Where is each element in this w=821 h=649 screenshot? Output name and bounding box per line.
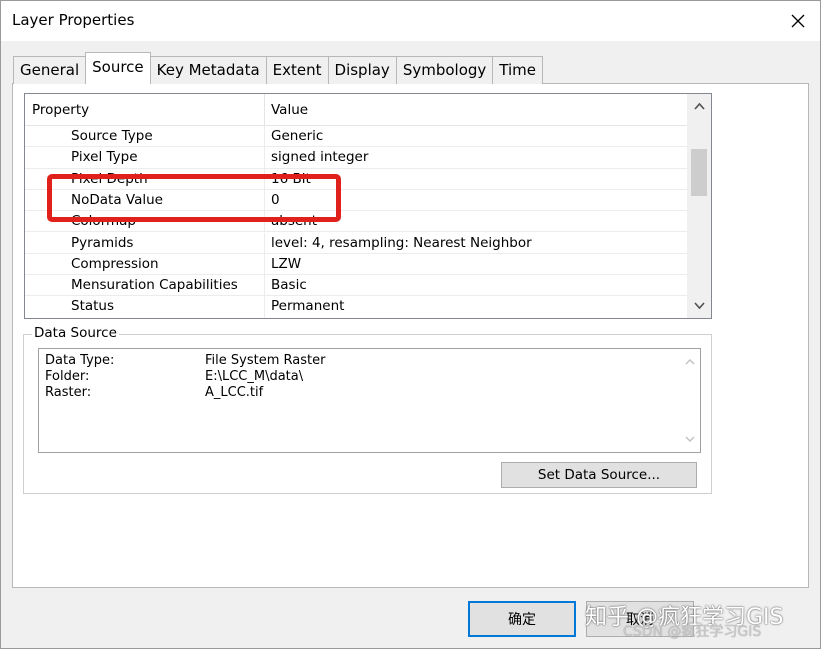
column-header-property: Property bbox=[32, 102, 90, 118]
property-value: 16 Bit bbox=[271, 170, 311, 187]
chevron-down-icon bbox=[693, 302, 705, 310]
chevron-up-icon bbox=[693, 102, 705, 110]
watermark-csdn: CSDN @疯狂学习GIS bbox=[623, 624, 762, 640]
grid-row-nodata[interactable]: NoData Value 0 bbox=[25, 189, 687, 212]
property-name: Pixel Depth bbox=[71, 170, 148, 187]
property-value: Permanent bbox=[271, 298, 345, 315]
property-value: Generic bbox=[271, 128, 324, 144]
close-button[interactable] bbox=[782, 5, 814, 37]
tab-extent[interactable]: Extent bbox=[265, 56, 329, 84]
entry-value: A_LCC.tif bbox=[205, 385, 264, 400]
data-source-group-label: Data Source bbox=[32, 325, 119, 341]
entry-value: E:\LCC_M\data\ bbox=[205, 369, 304, 384]
grid-row[interactable]: Pixel Depth 16 Bit bbox=[25, 168, 687, 190]
property-value: LZW bbox=[271, 255, 302, 272]
property-name: Colormap bbox=[71, 213, 137, 230]
property-name: Status bbox=[71, 298, 115, 315]
scroll-up-button[interactable] bbox=[687, 94, 711, 118]
row-divider bbox=[264, 275, 265, 296]
row-divider bbox=[264, 189, 265, 211]
row-divider bbox=[264, 296, 265, 318]
title-bar: Layer Properties bbox=[1, 1, 820, 41]
grid-row[interactable]: Colormap absent bbox=[25, 211, 687, 233]
tab-general[interactable]: General bbox=[13, 56, 87, 84]
close-icon bbox=[791, 14, 805, 28]
scroll-thumb[interactable] bbox=[691, 149, 707, 196]
grid-row[interactable]: Source Type Generic bbox=[25, 126, 687, 148]
row-divider bbox=[264, 147, 265, 168]
grid-row[interactable]: Pyramids level: 4, resampling: Nearest N… bbox=[25, 232, 687, 254]
window-title: Layer Properties bbox=[12, 11, 135, 29]
column-header-value: Value bbox=[271, 102, 309, 118]
property-name: Compression bbox=[71, 255, 159, 272]
data-source-textbox[interactable]: Data Type: File System Raster Folder: E:… bbox=[38, 348, 701, 453]
column-divider bbox=[264, 94, 265, 126]
tab-strip: General Source Key Metadata Extent Displ… bbox=[13, 52, 543, 84]
property-value: absent bbox=[271, 213, 318, 230]
grid-row[interactable]: Mensuration Capabilities Basic bbox=[25, 275, 687, 297]
tab-key-metadata[interactable]: Key Metadata bbox=[149, 56, 267, 84]
tab-display[interactable]: Display bbox=[327, 56, 397, 84]
grid-row[interactable]: Compression LZW bbox=[25, 253, 687, 276]
set-data-source-button[interactable]: Set Data Source... bbox=[501, 462, 697, 488]
row-divider bbox=[264, 168, 265, 189]
entry-key: Folder: bbox=[45, 369, 90, 384]
row-divider bbox=[264, 232, 265, 253]
property-value: signed integer bbox=[271, 149, 369, 166]
entry-key: Raster: bbox=[45, 385, 92, 400]
grid-row[interactable]: Status Permanent bbox=[25, 296, 687, 318]
row-divider bbox=[264, 253, 265, 275]
row-divider bbox=[264, 126, 265, 147]
grid-header: Property Value bbox=[25, 94, 687, 126]
property-name: NoData Value bbox=[71, 191, 163, 208]
property-grid[interactable]: Property Value Source Type Generic Pixel… bbox=[24, 93, 712, 319]
tab-symbology[interactable]: Symbology bbox=[395, 56, 494, 84]
grid-row[interactable]: Pixel Type signed integer bbox=[25, 147, 687, 169]
ok-button[interactable]: 确定 bbox=[468, 601, 576, 637]
grid-scrollbar[interactable] bbox=[687, 94, 711, 318]
property-value: 0 bbox=[271, 191, 280, 208]
property-value: Basic bbox=[271, 277, 307, 294]
property-value: level: 4, resampling: Nearest Neighbor bbox=[271, 234, 532, 251]
tab-source[interactable]: Source bbox=[85, 52, 151, 84]
property-name: Pixel Type bbox=[71, 149, 138, 166]
entry-value: File System Raster bbox=[205, 353, 326, 368]
row-divider bbox=[264, 211, 265, 232]
chevron-down-icon bbox=[685, 436, 695, 442]
tab-time[interactable]: Time bbox=[492, 56, 543, 84]
entry-key: Data Type: bbox=[45, 353, 115, 368]
property-name: Source Type bbox=[71, 128, 153, 144]
property-name: Mensuration Capabilities bbox=[71, 277, 238, 294]
chevron-up-icon bbox=[685, 359, 695, 365]
textbox-scrollbar[interactable] bbox=[680, 349, 700, 452]
property-name: Pyramids bbox=[71, 234, 134, 251]
layer-properties-dialog: Layer Properties General Source Key Meta… bbox=[0, 0, 821, 649]
scroll-down-button[interactable] bbox=[687, 294, 711, 318]
